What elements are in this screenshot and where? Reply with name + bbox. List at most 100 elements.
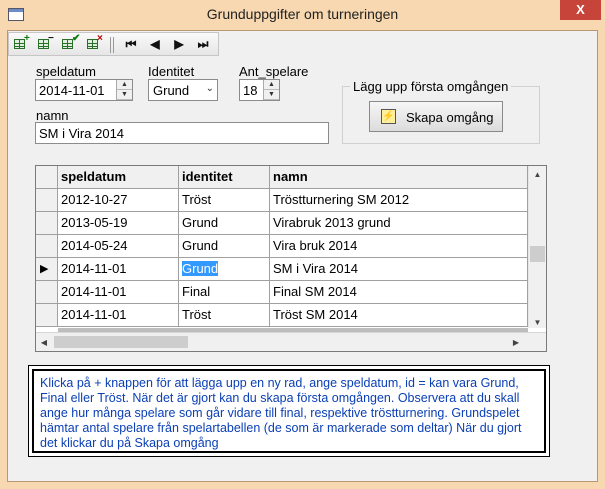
ant-spelare-label: Ant_spelare	[239, 64, 309, 79]
row-selector[interactable]	[36, 235, 58, 258]
help-text: Klicka på + knappen för att lägga upp en…	[40, 376, 522, 450]
namn-value: SM i Vira 2014	[39, 126, 125, 141]
table-cell-text: 2014-11-01	[61, 284, 127, 299]
identitet-label: Identitet	[148, 64, 195, 79]
current-row-pointer-icon: ▶	[40, 263, 49, 275]
ant-spelare-spinner[interactable]: ▲ ▼	[263, 80, 279, 100]
column-header-speldatum[interactable]: speldatum	[58, 166, 179, 189]
grid-corner	[36, 166, 58, 189]
table-cell-text: Final	[182, 284, 211, 299]
horizontal-scrollbar[interactable]: ◀ ▶	[36, 332, 546, 351]
table-cell[interactable]: Vira bruk 2014	[270, 235, 528, 258]
delete-record-button[interactable]: −	[37, 34, 55, 52]
table-cell-text: Grund	[182, 215, 219, 230]
table-cell[interactable]: Tröstturnering SM 2012	[270, 189, 528, 212]
table-cell-text: 2014-05-24	[61, 238, 128, 253]
create-round-button[interactable]: ⚡ Skapa omgång	[369, 101, 503, 132]
row-selector[interactable]	[36, 281, 58, 304]
table-cell-text: Tröst SM 2014	[273, 307, 358, 322]
ant-spelare-value: 18	[243, 83, 258, 98]
table-cell[interactable]: Tröst SM 2014	[270, 304, 528, 327]
next-record-icon: ▶	[174, 37, 184, 51]
next-record-button[interactable]: ▶	[170, 36, 188, 52]
ant-spelare-stepper[interactable]: 18 ▲ ▼	[239, 79, 280, 101]
create-round-label: Skapa omgång	[406, 110, 494, 125]
scroll-down-icon[interactable]: ▼	[529, 318, 546, 328]
table-cell[interactable]: Grund	[179, 235, 270, 258]
first-round-group-label: Lägg upp första omgången	[350, 79, 512, 94]
table-cell[interactable]: 2014-05-24	[58, 235, 179, 258]
previous-record-icon: ◀	[150, 37, 160, 51]
vertical-scrollbar[interactable]: ▲ ▼	[528, 166, 546, 328]
table-cell[interactable]: 2014-11-01	[58, 281, 179, 304]
column-header-identitet-text: identitet	[182, 169, 233, 184]
speldatum-field[interactable]: 2014-11-01 ▲ ▼	[35, 79, 133, 101]
column-header-identitet[interactable]: identitet	[179, 166, 270, 189]
speldatum-spinner[interactable]: ▲ ▼	[116, 80, 132, 100]
window-title: Grunduppgifter om turneringen	[206, 6, 399, 22]
table-cell[interactable]: 2014-11-01	[58, 258, 179, 281]
identitet-value: Grund	[153, 83, 190, 98]
column-header-namn[interactable]: namn	[270, 166, 528, 189]
namn-input[interactable]: SM i Vira 2014	[35, 122, 329, 144]
table-cell[interactable]: Tröst	[179, 189, 270, 212]
table-cell[interactable]: 2014-11-01	[58, 304, 179, 327]
table-cell-text: Tröstturnering SM 2012	[273, 192, 410, 207]
table-cell[interactable]: Grund	[179, 212, 270, 235]
chevron-down-icon[interactable]: ⌄	[206, 83, 214, 94]
table-cell[interactable]: Tröst	[179, 304, 270, 327]
scroll-right-icon[interactable]: ▶	[510, 336, 522, 349]
table-cell-text: 2013-05-19	[61, 215, 128, 230]
lightning-icon: ⚡	[381, 109, 396, 124]
table-cell[interactable]: 2013-05-19	[58, 212, 179, 235]
spin-up-icon[interactable]: ▲	[264, 80, 279, 90]
table-cell[interactable]: Final	[179, 281, 270, 304]
table-cell-text: 2012-10-27	[61, 192, 128, 207]
table-cell-text: Grund	[182, 238, 219, 253]
row-selector[interactable]: ▶	[36, 258, 58, 281]
column-header-namn-text: namn	[273, 169, 308, 184]
column-header-speldatum-text: speldatum	[61, 169, 127, 184]
record-toolbar: + − ✔ × ⏮ ◀ ▶ ⏭	[8, 32, 219, 56]
table-cell-text: Tröst	[182, 192, 212, 207]
table-cell-text: Virabruk 2013 grund	[273, 215, 391, 230]
help-box-inner: Klicka på + knappen för att lägga upp en…	[32, 369, 546, 453]
spin-up-icon[interactable]: ▲	[117, 80, 132, 90]
toolbar-separator	[113, 37, 114, 53]
speldatum-label: speldatum	[36, 64, 96, 79]
table-cell-text: Vira bruk 2014	[273, 238, 358, 253]
horizontal-scroll-thumb[interactable]	[54, 336, 188, 348]
table-cell-text: Tröst	[182, 307, 212, 322]
speldatum-value: 2014-11-01	[39, 83, 105, 98]
tournament-grid[interactable]: speldatum identitet namn 2012-10-27 Tröst Trö…	[35, 165, 547, 352]
row-selector[interactable]	[36, 189, 58, 212]
previous-record-button[interactable]: ◀	[146, 36, 164, 52]
add-record-button[interactable]: +	[13, 34, 31, 52]
row-selector[interactable]	[36, 212, 58, 235]
table-cell[interactable]: Virabruk 2013 grund	[270, 212, 528, 235]
table-cell[interactable]: Grund	[179, 258, 270, 281]
help-box: Klicka på + knappen för att lägga upp en…	[28, 365, 550, 457]
last-record-icon: ⏭	[197, 37, 209, 51]
scroll-up-icon[interactable]: ▲	[529, 168, 546, 182]
first-record-button[interactable]: ⏮	[122, 36, 140, 52]
identitet-combo[interactable]: Grund ⌄	[148, 79, 218, 101]
save-record-button[interactable]: ✔	[61, 34, 80, 52]
cancel-edit-button[interactable]: ×	[86, 34, 104, 52]
scroll-left-icon[interactable]: ◀	[38, 336, 50, 349]
table-cell[interactable]: Final SM 2014	[270, 281, 528, 304]
table-cell-text: SM i Vira 2014	[273, 261, 359, 276]
spin-down-icon[interactable]: ▼	[117, 90, 132, 100]
vertical-scroll-thumb[interactable]	[530, 246, 545, 262]
close-button[interactable]: X	[560, 0, 601, 20]
table-cell[interactable]: SM i Vira 2014	[270, 258, 528, 281]
table-cell-text: Grund	[182, 261, 219, 276]
first-record-icon: ⏮	[125, 37, 137, 51]
namn-label: namn	[36, 108, 69, 123]
table-cell[interactable]: 2012-10-27	[58, 189, 179, 212]
row-selector[interactable]	[36, 304, 58, 327]
spin-down-icon[interactable]: ▼	[264, 90, 279, 100]
last-record-button[interactable]: ⏭	[194, 36, 212, 52]
table-cell-text: 2014-11-01	[61, 307, 127, 322]
table-cell-text: Final SM 2014	[273, 284, 357, 299]
